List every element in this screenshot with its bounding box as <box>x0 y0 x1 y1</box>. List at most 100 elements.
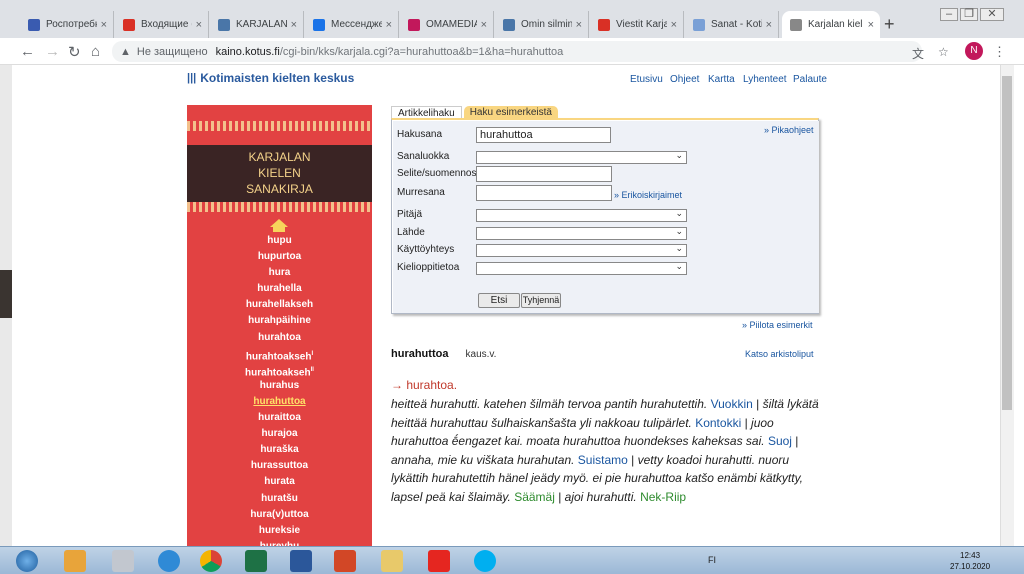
folder-icon[interactable] <box>381 550 403 572</box>
tyhjenna-button[interactable]: Tyhjennä <box>521 293 561 308</box>
close-tab-icon[interactable]: × <box>101 19 107 31</box>
dropdown-select[interactable]: ⌄ <box>476 226 687 240</box>
forward-icon[interactable]: → <box>45 43 60 60</box>
example-place-link[interactable]: Suoj <box>768 434 792 448</box>
close-tab-icon[interactable]: × <box>766 19 772 31</box>
close-tab-icon[interactable]: × <box>671 19 677 31</box>
browser-tab[interactable]: Karjalan kiel × <box>782 11 880 38</box>
toplink[interactable]: Palaute <box>793 74 827 85</box>
sidebar-word-link[interactable]: hura(v)uttoa <box>187 507 372 523</box>
translate-icon[interactable]: 文 <box>912 45 924 62</box>
word-icon[interactable] <box>290 550 312 572</box>
browser-tabbar: Роспотребн×Входящие (1×KARJALAN K×Мессен… <box>0 0 1024 38</box>
reload-icon[interactable]: ↻ <box>68 43 81 61</box>
ie-icon[interactable] <box>158 550 180 572</box>
tab-title: Роспотребн <box>46 19 97 30</box>
sidebar-word-link[interactable]: hupu <box>187 233 372 249</box>
example-place-link[interactable]: Säämäj <box>514 490 555 504</box>
url-host: kaino.kotus.fi <box>215 45 280 58</box>
site-logo[interactable]: ||| Kotimaisten kielten keskus <box>187 71 354 85</box>
sidebar-title[interactable]: KARJALAN KIELEN SANAKIRJA <box>187 145 372 202</box>
dropdown-select[interactable]: ⌄ <box>476 150 687 164</box>
pikaohjeet-link[interactable]: » Pikaohjeet <box>764 125 814 135</box>
restore-button[interactable]: ❐ <box>960 8 978 21</box>
sidebar-word-link[interactable]: huraittoa <box>187 410 372 426</box>
yandex-icon[interactable] <box>428 550 450 572</box>
url-field[interactable]: ▲ Не защищено kaino.kotus.fi /cgi-bin/kk… <box>112 41 922 62</box>
sidebar-word-link[interactable]: hureyhu <box>187 539 372 546</box>
sidebar-word-link[interactable]: hurassuttoa <box>187 458 372 474</box>
sidebar-word-link[interactable]: hura <box>187 265 372 281</box>
close-tab-icon[interactable]: × <box>291 19 297 31</box>
sidebar-word-link[interactable]: hurahpäihine <box>187 313 372 329</box>
tab-favicon-icon <box>790 18 802 31</box>
example-place-link[interactable]: Nek-Riip <box>640 490 686 504</box>
paint-icon[interactable] <box>112 550 134 572</box>
close-tab-icon[interactable]: × <box>868 19 874 31</box>
new-tab-button[interactable]: + <box>884 14 895 35</box>
cross-reference-link[interactable]: → hurahtoa. <box>391 378 457 392</box>
start-button-icon[interactable] <box>16 550 38 572</box>
browser-tab[interactable]: Мессендже × <box>305 11 399 38</box>
avatar[interactable]: N <box>965 42 983 60</box>
language-indicator[interactable]: FI <box>708 555 716 565</box>
example-place-link[interactable]: Kontokki <box>695 416 741 430</box>
browser-tab[interactable]: KARJALAN K × <box>210 11 304 38</box>
menu-icon[interactable]: ⋮ <box>993 44 1006 60</box>
piilota-esimerkit-link[interactable]: » Piilota esimerkit <box>742 320 813 330</box>
browser-tab[interactable]: Входящие (1 × <box>115 11 209 38</box>
skype-icon[interactable] <box>474 550 496 572</box>
example-place-link[interactable]: Suistamo <box>578 453 628 467</box>
toplink[interactable]: Etusivu <box>630 74 663 85</box>
search-input[interactable] <box>476 185 612 201</box>
dropdown-select[interactable]: ⌄ <box>476 243 687 257</box>
toplink[interactable]: Kartta <box>708 74 735 85</box>
home-icon-base[interactable] <box>273 226 285 232</box>
clock[interactable]: 12:43 27.10.2020 <box>950 550 990 572</box>
chrome-icon[interactable] <box>200 550 222 572</box>
sidebar-word-link[interactable]: hurahtoa <box>187 330 372 346</box>
erikoiskirjaimet-link[interactable]: » Erikoiskirjaimet <box>614 190 682 200</box>
dropdown-select[interactable]: ⌄ <box>476 261 687 275</box>
katso-arkistoliput-link[interactable]: Katso arkistoliput <box>745 349 814 359</box>
back-icon[interactable]: ← <box>20 43 35 60</box>
sidebar-word-link[interactable]: hupurtoa <box>187 249 372 265</box>
minimize-button[interactable]: – <box>940 8 958 21</box>
sidebar-word-link[interactable]: hurahuttoa <box>187 394 372 410</box>
toplink[interactable]: Lyhenteet <box>743 74 787 85</box>
sidebar-word-link[interactable]: hurajoa <box>187 426 372 442</box>
excel-icon[interactable] <box>245 550 267 572</box>
etsi-button[interactable]: Etsi <box>478 293 520 308</box>
sidebar-word-link[interactable]: hureksie <box>187 523 372 539</box>
close-tab-icon[interactable]: × <box>386 19 392 31</box>
sidebar-word-link[interactable]: hurata <box>187 474 372 490</box>
sidebar-word-link[interactable]: hurahtoaksehII <box>187 362 372 378</box>
close-tab-icon[interactable]: × <box>576 19 582 31</box>
sidebar-word-link[interactable]: hurahus <box>187 378 372 394</box>
media-player-icon[interactable] <box>64 550 86 572</box>
close-window-button[interactable]: ✕ <box>980 8 1004 21</box>
close-tab-icon[interactable]: × <box>196 19 202 31</box>
sidebar-word-link[interactable]: hurahellakseh <box>187 297 372 313</box>
entry-header: hurahuttoa kaus.v. <box>391 348 496 360</box>
search-input[interactable]: hurahuttoa <box>476 127 611 143</box>
close-tab-icon[interactable]: × <box>481 19 487 31</box>
scrollbar-thumb[interactable] <box>1002 76 1012 410</box>
sidebar-word-link[interactable]: hurahtoaksehI <box>187 346 372 362</box>
sidebar-word-link[interactable]: hurahella <box>187 281 372 297</box>
sidebar-word-link[interactable]: huraška <box>187 442 372 458</box>
browser-tab[interactable]: Sanat - Kotir × <box>685 11 779 38</box>
browser-tab[interactable]: Роспотребн × <box>20 11 114 38</box>
search-input[interactable] <box>476 166 612 182</box>
browser-tab[interactable]: Viestit Karja × <box>590 11 684 38</box>
browser-tab[interactable]: OMAMEDIA × <box>400 11 494 38</box>
powerpoint-icon[interactable] <box>334 550 356 572</box>
sidebar-word-label: hurahellakseh <box>245 299 314 311</box>
browser-tab[interactable]: Omin silmin × <box>495 11 589 38</box>
star-icon[interactable]: ☆ <box>938 45 949 59</box>
example-place-link[interactable]: Vuokkin <box>711 397 753 411</box>
toplink[interactable]: Ohjeet <box>670 74 699 85</box>
home-icon[interactable]: ⌂ <box>91 43 100 60</box>
sidebar-word-link[interactable]: huratšu <box>187 491 372 507</box>
dropdown-select[interactable]: ⌄ <box>476 208 687 222</box>
